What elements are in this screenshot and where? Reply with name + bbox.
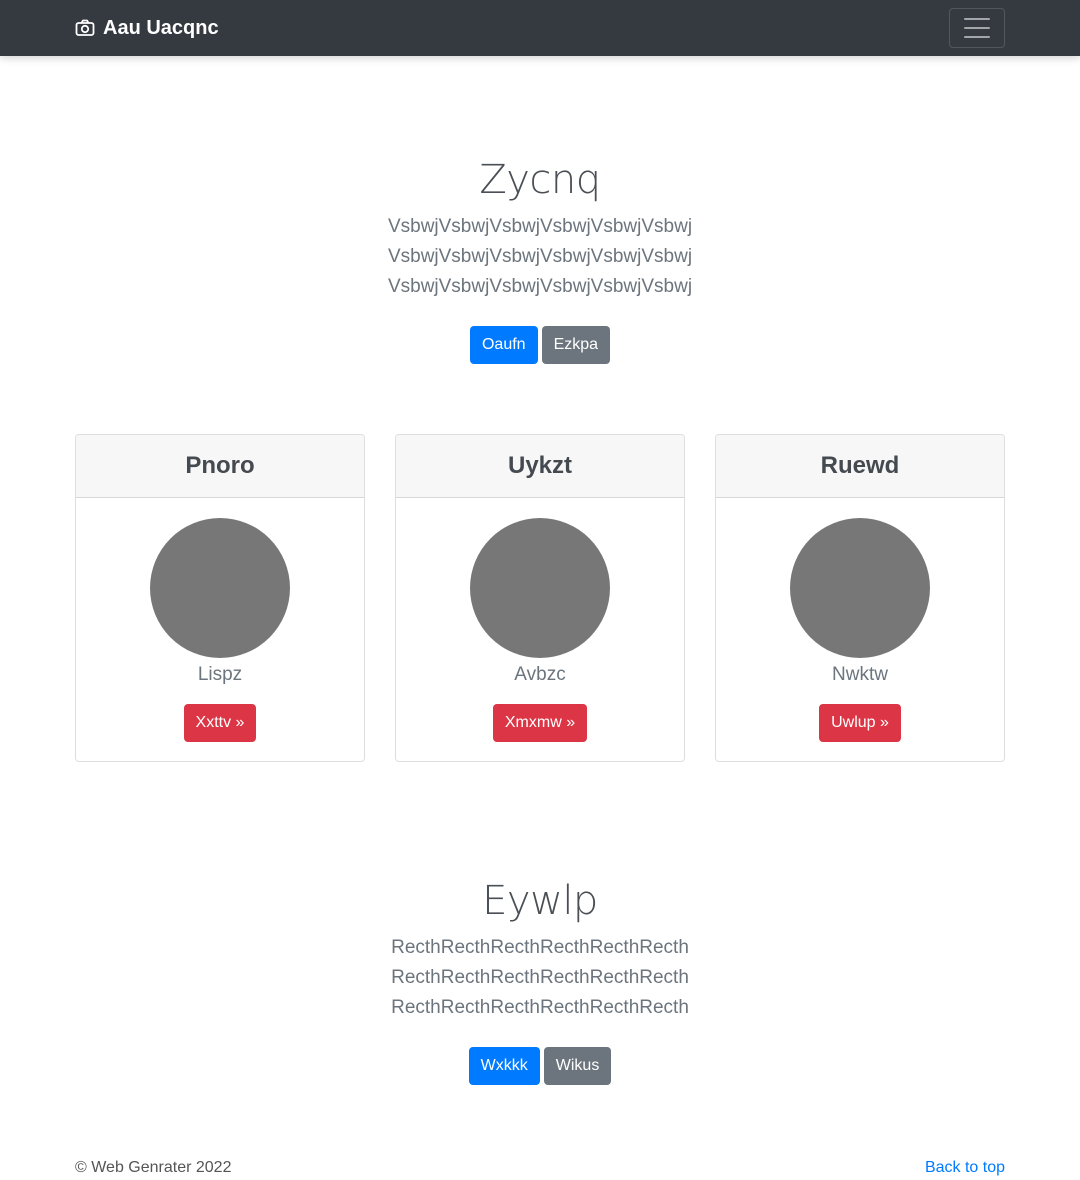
card: Uykzt Avbzc Xmxmw » [395, 434, 685, 762]
hero-secondary-button[interactable]: Ezkpa [541, 326, 611, 364]
card-name: Nwktw [832, 664, 888, 685]
hero-buttons: Oaufn Ezkpa [0, 326, 1080, 364]
hero-section-top: Zycnq VsbwjVsbwjVsbwjVsbwjVsbwjVsbwj Vsb… [0, 156, 1080, 364]
hero-primary-button[interactable]: Oaufn [469, 326, 538, 364]
camera-icon [75, 18, 95, 38]
hero-title: Zycnq [479, 157, 601, 203]
avatar-image [150, 518, 290, 658]
card-body: Avbzc Xmxmw » [396, 498, 684, 742]
card-name: Lispz [197, 664, 243, 685]
avatar-image [790, 518, 930, 658]
card-body: Lispz Xxttv » [76, 498, 364, 742]
card-action-button[interactable]: Xxttv » [183, 704, 257, 742]
card: Pnoro Lispz Xxttv » [75, 434, 365, 762]
navbar-toggler-button[interactable] [949, 8, 1005, 48]
navbar: Aau Uacqnc [0, 0, 1080, 56]
hero-section-bottom: Eywlp RecthRecthRecthRecthRecthRecth Rec… [0, 877, 1080, 1085]
card-name: Avbzc [514, 664, 566, 685]
hero-buttons: Wxkkk Wikus [0, 1047, 1080, 1085]
hero-lead: VsbwjVsbwjVsbwjVsbwjVsbwjVsbwj VsbwjVsbw… [387, 216, 693, 297]
card-action-button[interactable]: Xmxmw » [492, 704, 588, 742]
hero-secondary-button[interactable]: Wikus [543, 1047, 612, 1085]
brand-link[interactable]: Aau Uacqnc [75, 0, 219, 56]
card-body: Nwktw Uwlup » [716, 498, 1004, 742]
hamburger-menu-icon [964, 18, 990, 38]
card-header: Pnoro [76, 435, 364, 498]
avatar-image [470, 518, 610, 658]
card-header: Uykzt [396, 435, 684, 498]
hero-primary-button[interactable]: Wxkkk [468, 1047, 540, 1085]
card-action-button[interactable]: Uwlup » [819, 704, 901, 742]
hero-title: Eywlp [482, 878, 598, 924]
brand-name: Aau Uacqnc [103, 16, 219, 39]
hero-lead: RecthRecthRecthRecthRecthRecth RecthRect… [391, 937, 689, 1018]
copyright-text: © Web Genrater 2022 [75, 1159, 232, 1176]
back-to-top-link[interactable]: Back to top [925, 1159, 1005, 1177]
card-header: Ruewd [716, 435, 1004, 498]
card: Ruewd Nwktw Uwlup » [715, 434, 1005, 762]
footer: © Web Genrater 2022 Back to top [75, 1156, 1005, 1180]
